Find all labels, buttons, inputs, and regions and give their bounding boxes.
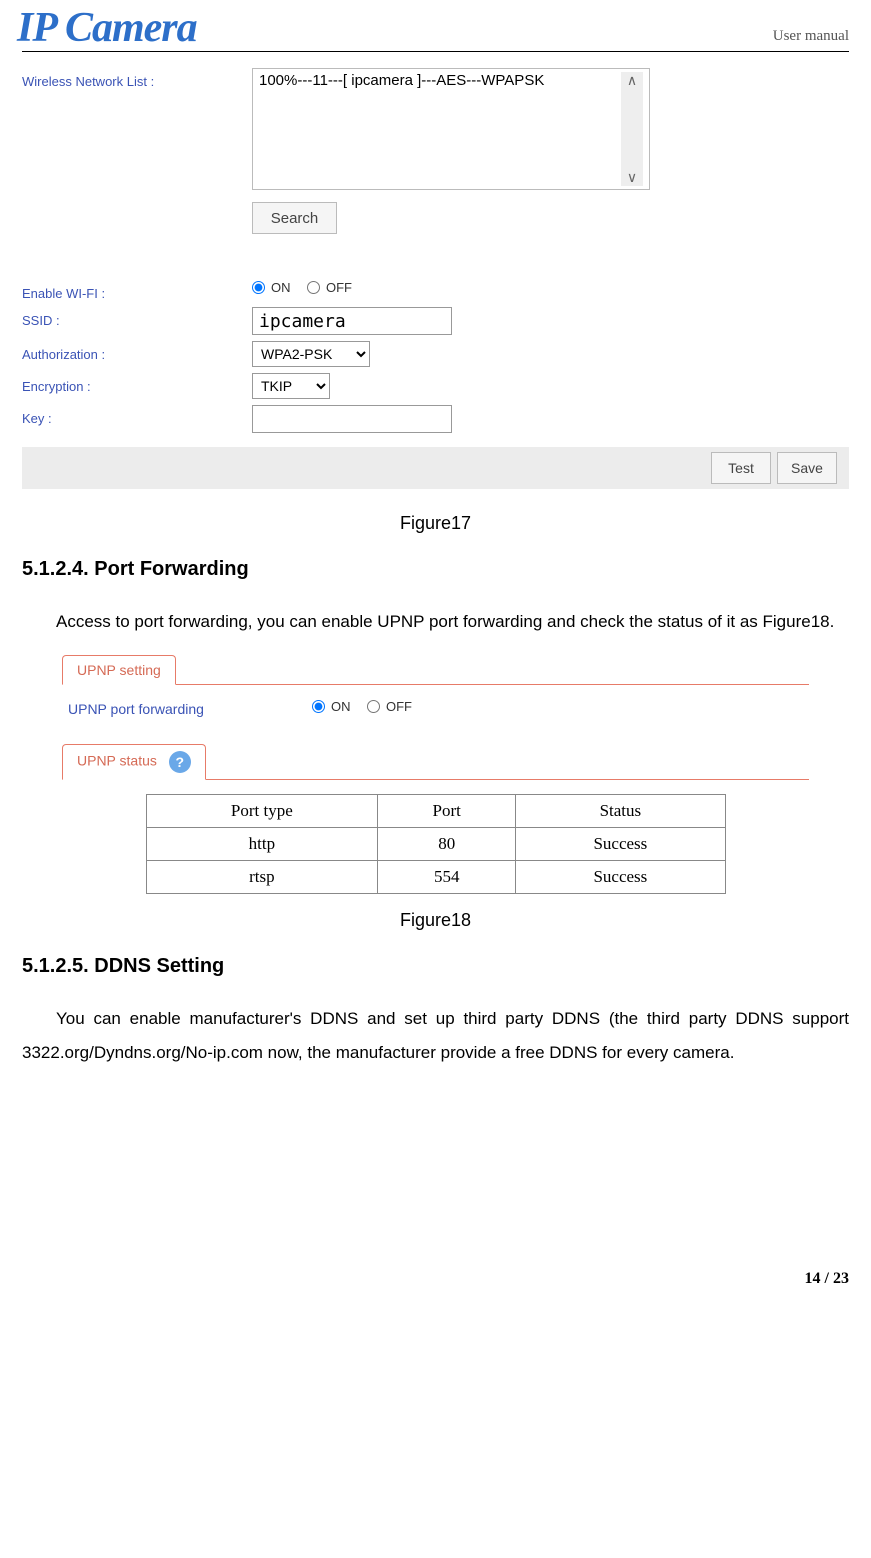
wifi-off-radio-input[interactable] [307,281,320,294]
table-header-status: Status [516,795,725,828]
section-5125-heading: 5.1.2.5. DDNS Setting [22,955,849,978]
table-header-row: Port type Port Status [146,795,725,828]
upnp-on-radio-input[interactable] [312,700,325,713]
table-cell: rtsp [146,861,378,894]
upnp-on-radio[interactable]: ON [312,699,351,714]
wifi-search-button[interactable]: Search [252,202,337,234]
wifi-on-radio-input[interactable] [252,281,265,294]
page-header: IP Camera User manual [22,0,849,52]
table-row: http 80 Success [146,828,725,861]
section-5124-body: Access to port forwarding, you can enabl… [22,605,849,639]
figure-upnp: UPNP setting UPNP port forwarding ON OFF… [62,655,809,894]
table-cell: http [146,828,378,861]
table-header-porttype: Port type [146,795,378,828]
logo-text: IP Camera [17,4,197,52]
table-cell: Success [516,828,725,861]
upnp-status-table: Port type Port Status http 80 Success rt… [146,794,726,894]
authorization-label: Authorization : [22,341,252,362]
upnp-forwarding-label: UPNP port forwarding [62,701,312,717]
scroll-down-icon[interactable]: ∨ [627,169,637,186]
enable-wifi-label: Enable WI-FI : [22,280,252,301]
save-button[interactable]: Save [777,452,837,484]
upnp-off-label: OFF [386,699,412,714]
wifi-list-label: Wireless Network List : [22,68,252,89]
encryption-select[interactable]: TKIP [252,373,330,399]
listbox-scrollbar[interactable]: ∧ ∨ [621,72,643,186]
table-cell: Success [516,861,725,894]
upnp-off-radio-input[interactable] [367,700,380,713]
upnp-status-tab[interactable]: UPNP status ? [62,744,206,780]
wifi-on-radio[interactable]: ON [252,280,291,295]
figure18-caption: Figure18 [0,910,871,931]
wifi-list-item[interactable]: 100%---11---[ ipcamera ]---AES---WPAPSK [259,72,621,186]
table-cell: 554 [378,861,516,894]
section-5124-heading: 5.1.2.4. Port Forwarding [22,558,849,581]
table-header-port: Port [378,795,516,828]
table-cell: 80 [378,828,516,861]
header-right-label: User manual [773,28,849,45]
help-icon[interactable]: ? [169,751,191,773]
upnp-status-tab-label: UPNP status [77,753,157,769]
wifi-on-label: ON [271,280,291,295]
wifi-footer-bar: Test Save [22,447,849,489]
wifi-off-label: OFF [326,280,352,295]
section-5125-body: You can enable manufacturer's DDNS and s… [22,1002,849,1070]
upnp-off-radio[interactable]: OFF [367,699,412,714]
authorization-select[interactable]: WPA2-PSK [252,341,370,367]
figure-wifi-settings: Wireless Network List : 100%---11---[ ip… [22,60,849,497]
encryption-label: Encryption : [22,373,252,394]
ssid-input[interactable] [252,307,452,335]
wifi-off-radio[interactable]: OFF [307,280,352,295]
table-row: rtsp 554 Success [146,861,725,894]
key-label: Key : [22,405,252,426]
figure17-caption: Figure17 [0,513,871,534]
ssid-label: SSID : [22,307,252,328]
key-input[interactable] [252,405,452,433]
upnp-on-label: ON [331,699,351,714]
test-button[interactable]: Test [711,452,771,484]
page-number: 14 / 23 [805,1270,849,1288]
scroll-up-icon[interactable]: ∧ [627,72,637,89]
upnp-setting-tab[interactable]: UPNP setting [62,655,176,685]
wifi-list-box[interactable]: 100%---11---[ ipcamera ]---AES---WPAPSK … [252,68,650,190]
